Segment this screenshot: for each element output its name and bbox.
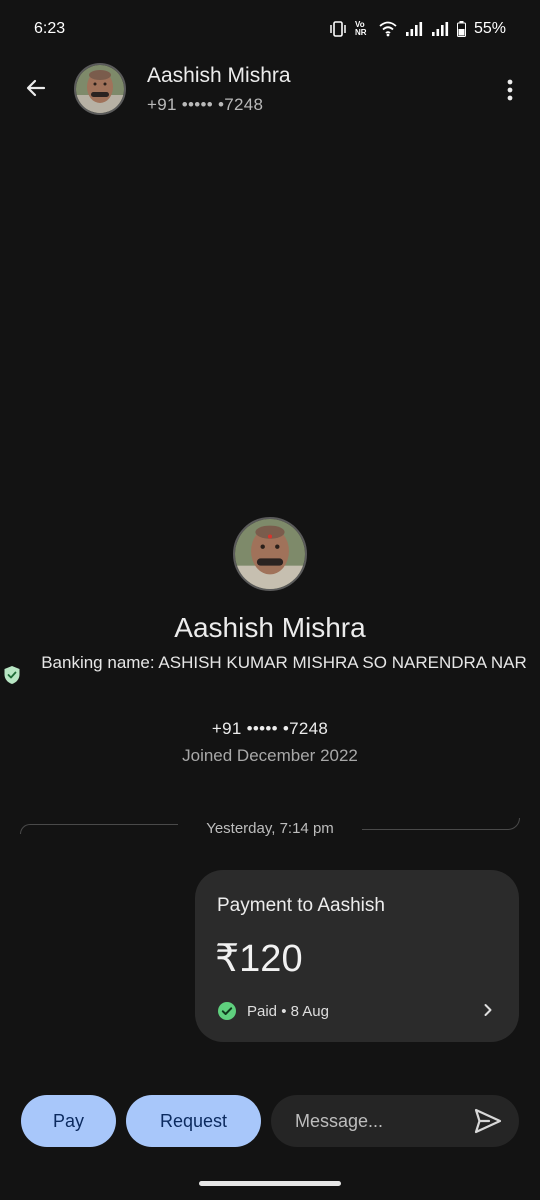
avatar-photo (76, 65, 124, 113)
message-input[interactable] (295, 1095, 465, 1147)
header-avatar[interactable] (74, 63, 126, 115)
banking-name: Banking name: ASHISH KUMAR MISHRA SO NAR… (41, 653, 527, 672)
more-vert-icon (507, 79, 513, 101)
status-icons: Vo NR 55% (329, 20, 506, 38)
date-divider-label: Yesterday, 7:14 pm (206, 820, 334, 837)
date-divider: Yesterday, 7:14 pm (20, 812, 520, 846)
battery-icon (456, 21, 466, 37)
vibrate-icon (330, 21, 346, 37)
back-button[interactable] (14, 66, 58, 110)
status-time: 6:23 (34, 20, 66, 37)
home-indicator[interactable] (199, 1181, 341, 1186)
chevron-right-icon (484, 1004, 492, 1016)
request-button[interactable]: Request (126, 1095, 261, 1147)
signal-icon (405, 22, 423, 36)
profile-avatar (233, 517, 307, 591)
payment-status-label: Paid • 8 Aug (247, 1002, 329, 1020)
signal-icon-2 (431, 22, 449, 36)
avatar-photo (235, 519, 305, 589)
check-circle-icon (218, 1002, 236, 1020)
payment-status: Paid • 8 Aug (217, 1000, 329, 1022)
back-arrow-icon (26, 79, 46, 97)
pay-button[interactable]: Pay (21, 1095, 116, 1147)
payment-card[interactable]: Payment to Aashish ₹120 Paid • 8 Aug (195, 870, 519, 1042)
battery-percent: 55% (473, 20, 506, 37)
app-bar: Aashish Mishra +91 ••••• •7248 (0, 58, 540, 122)
status-bar: 6:23 Vo NR 55% (0, 0, 540, 58)
network-type-icon: Vo NR (354, 20, 367, 37)
send-icon[interactable] (473, 1107, 503, 1135)
header-contact-name: Aashish Mishra (147, 64, 291, 87)
profile-joined-date: Joined December 2022 (182, 746, 358, 765)
payment-amount: ₹120 (215, 938, 303, 980)
payment-title: Payment to Aashish (217, 895, 385, 916)
header-contact-phone: +91 ••••• •7248 (147, 95, 264, 114)
wifi-icon (379, 21, 397, 37)
profile-name: Aashish Mishra (174, 612, 366, 643)
profile-phone: +91 ••••• •7248 (211, 719, 329, 738)
message-box (271, 1095, 519, 1147)
verified-shield-icon (4, 666, 20, 684)
more-options-button[interactable] (494, 68, 526, 112)
